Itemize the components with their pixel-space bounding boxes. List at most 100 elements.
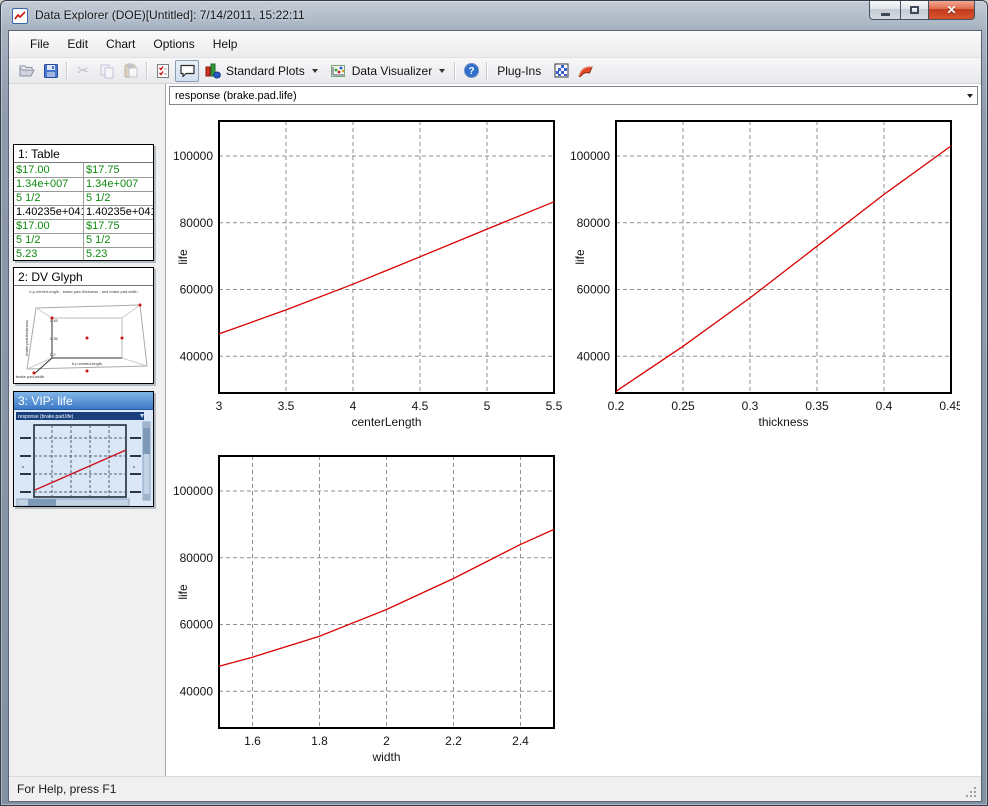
plugins-grid-button[interactable] bbox=[549, 60, 573, 82]
thumbnail-dv-glyph-title: 2: DV Glyph bbox=[14, 268, 153, 286]
thumbnail-vip-life[interactable]: 3: VIP: life response (brake.pad.life) bbox=[13, 391, 154, 507]
chart-centerlength[interactable]: 33.544.555.5400006000080000100000centerL… bbox=[171, 111, 563, 441]
table-row: 5 1/25 1/2 bbox=[14, 233, 153, 247]
chart-thickness[interactable]: 0.20.250.30.350.40.454000060000800001000… bbox=[568, 111, 960, 441]
svg-text:40000: 40000 bbox=[180, 684, 214, 698]
copy-icon bbox=[99, 63, 115, 79]
svg-text:40000: 40000 bbox=[180, 349, 214, 363]
cell: $17.00 bbox=[14, 219, 84, 233]
help-icon: ? bbox=[463, 62, 480, 79]
svg-text:centerLength: centerLength bbox=[351, 415, 421, 429]
maximize-button[interactable] bbox=[900, 1, 929, 20]
title-bar[interactable]: Data Explorer (DOE)[Untitled]: 7/14/2011… bbox=[1, 1, 987, 31]
toolbar-separator bbox=[486, 62, 488, 80]
cut-icon: ✂ bbox=[77, 62, 89, 79]
svg-text:life: life bbox=[573, 249, 587, 265]
plugins-label: Plug-Ins bbox=[491, 64, 549, 78]
table-row: $17.00$17.75 bbox=[14, 219, 153, 233]
svg-text:s: s bbox=[22, 464, 24, 469]
menu-edit[interactable]: Edit bbox=[58, 33, 97, 55]
glyph-xlabel: b.p.centerLength bbox=[72, 361, 102, 366]
thumbnail-table[interactable]: 1: Table $17.00$17.75 1.34e+0071.34e+007… bbox=[13, 144, 154, 261]
svg-text:5: 5 bbox=[484, 399, 491, 413]
help-button[interactable]: ? bbox=[459, 60, 483, 82]
chart-width[interactable]: 1.61.822.22.4400006000080000100000widthl… bbox=[171, 446, 563, 776]
response-combobox[interactable]: response (brake.pad.life) bbox=[169, 86, 978, 105]
cell: 5 1/2 bbox=[84, 233, 154, 247]
plot-canvas: response (brake.pad.life) 33.544.555.540… bbox=[166, 84, 981, 776]
svg-text:?: ? bbox=[468, 66, 474, 77]
svg-text:0.35: 0.35 bbox=[805, 399, 829, 413]
app-window: Data Explorer (DOE)[Untitled]: 7/14/2011… bbox=[0, 0, 988, 806]
toolbar-separator bbox=[66, 62, 68, 80]
svg-text:1.8: 1.8 bbox=[311, 734, 328, 748]
cell: 5 1/2 bbox=[14, 233, 84, 247]
menu-help[interactable]: Help bbox=[204, 33, 247, 55]
toolbar-separator bbox=[146, 62, 148, 80]
glyph-zlabel: brake.pad.width bbox=[16, 374, 44, 379]
close-button[interactable]: ✕ bbox=[929, 1, 975, 20]
svg-text:4.5: 4.5 bbox=[412, 399, 429, 413]
comment-icon bbox=[179, 63, 196, 79]
glyph-ylabel: brake.pad.thickness bbox=[24, 320, 29, 356]
chevron-down-icon bbox=[967, 94, 973, 98]
svg-text:thickness: thickness bbox=[758, 415, 808, 429]
cell: 5.23 bbox=[84, 247, 154, 261]
svg-text:0.45: 0.45 bbox=[50, 318, 59, 323]
svg-text:80000: 80000 bbox=[180, 216, 214, 230]
resize-grip[interactable] bbox=[964, 785, 978, 799]
menu-bar: File Edit Chart Options Help bbox=[9, 31, 981, 58]
svg-text:40000: 40000 bbox=[577, 349, 611, 363]
thumbnail-vip-life-title: 3: VIP: life bbox=[14, 392, 153, 410]
toolbar: ✂ bbox=[9, 58, 981, 84]
svg-text:2.4: 2.4 bbox=[512, 734, 529, 748]
data-visualizer-label: Data Visualizer bbox=[352, 64, 432, 78]
minimize-button[interactable] bbox=[869, 1, 900, 20]
close-icon: ✕ bbox=[946, 3, 956, 17]
mini-combo-text: response (brake.pad.life) bbox=[18, 414, 74, 420]
standard-plots-button[interactable]: Standard Plots bbox=[199, 61, 324, 81]
window-title: Data Explorer (DOE)[Untitled]: 7/14/2011… bbox=[35, 1, 305, 30]
svg-text:100000: 100000 bbox=[570, 149, 610, 163]
svg-text:0.4: 0.4 bbox=[876, 399, 893, 413]
checklist-button[interactable] bbox=[151, 60, 175, 82]
data-visualizer-button[interactable]: Data Visualizer bbox=[324, 61, 451, 81]
table-row: 5 1/25 1/2 bbox=[14, 191, 153, 205]
svg-text:80000: 80000 bbox=[577, 216, 611, 230]
flag-button[interactable] bbox=[573, 60, 597, 82]
plugins-grid-icon bbox=[554, 63, 569, 78]
minimize-icon bbox=[881, 13, 890, 16]
standard-plots-label: Standard Plots bbox=[226, 64, 305, 78]
menu-chart[interactable]: Chart bbox=[97, 33, 144, 55]
comment-toggle-button[interactable] bbox=[175, 60, 199, 82]
copy-button[interactable] bbox=[95, 60, 119, 82]
chevron-down-icon bbox=[312, 69, 318, 73]
svg-text:80000: 80000 bbox=[180, 551, 214, 565]
cell: $17.00 bbox=[14, 163, 84, 177]
cell: 5.23 bbox=[14, 247, 84, 261]
svg-text:100000: 100000 bbox=[173, 484, 213, 498]
paste-button[interactable] bbox=[119, 60, 143, 82]
svg-text:0.2: 0.2 bbox=[608, 399, 625, 413]
vip-life-mini-view: response (brake.pad.life) bbox=[14, 410, 153, 507]
cut-button[interactable]: ✂ bbox=[71, 60, 95, 82]
svg-text:life: life bbox=[176, 249, 190, 265]
menu-options[interactable]: Options bbox=[144, 33, 203, 55]
app-icon bbox=[12, 8, 28, 24]
svg-text:60000: 60000 bbox=[180, 283, 214, 297]
svg-text:0.35: 0.35 bbox=[50, 336, 59, 341]
cell: 5 1/2 bbox=[14, 191, 84, 205]
combobox-dropdown-arrow[interactable] bbox=[960, 87, 977, 104]
status-text: For Help, press F1 bbox=[9, 782, 964, 796]
cell: $17.75 bbox=[84, 219, 154, 233]
open-button[interactable] bbox=[15, 60, 39, 82]
svg-text:0.3: 0.3 bbox=[742, 399, 759, 413]
chevron-down-icon bbox=[439, 69, 445, 73]
thumbnail-dv-glyph[interactable]: 2: DV Glyph b.p.centerLength , brake.pad… bbox=[13, 267, 154, 384]
menu-file[interactable]: File bbox=[21, 33, 58, 55]
svg-text:life: life bbox=[176, 584, 190, 600]
cell: $17.75 bbox=[84, 163, 154, 177]
save-button[interactable] bbox=[39, 60, 63, 82]
paste-icon bbox=[123, 63, 139, 79]
thumbnail-table-title: 1: Table bbox=[14, 145, 153, 163]
